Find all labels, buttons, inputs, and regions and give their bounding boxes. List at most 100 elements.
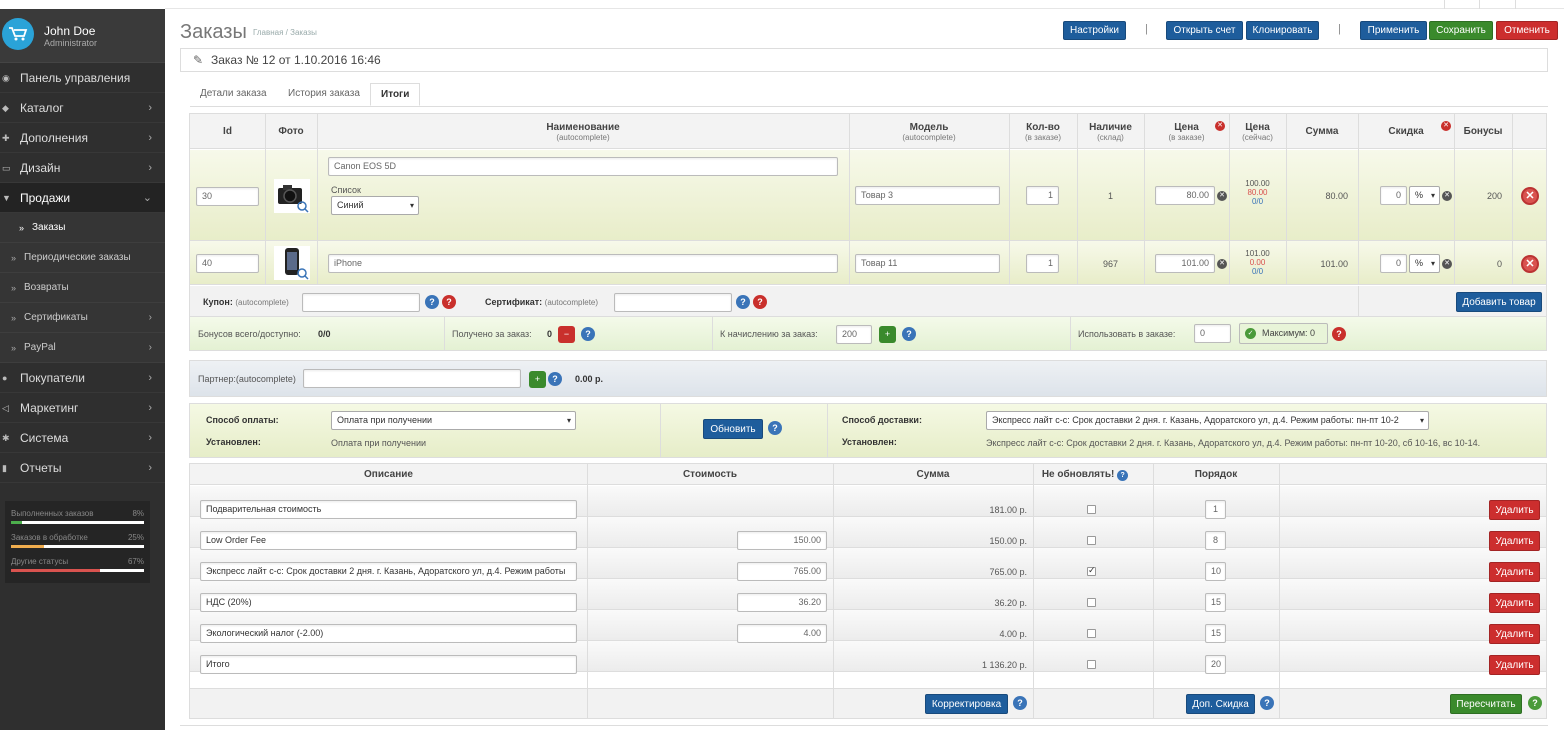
menu-marketing[interactable]: ◁ Маркетинг › (0, 393, 165, 423)
menu-dashboard[interactable]: ◉ Панель управления (0, 63, 165, 93)
submenu-certificates[interactable]: » Сертификаты › (0, 303, 165, 333)
product-name-input[interactable]: Canon EOS 5D (328, 157, 838, 176)
menu-system[interactable]: ✱ Система › (0, 423, 165, 453)
partner-input[interactable] (303, 369, 521, 388)
product-photo[interactable] (274, 179, 310, 213)
shipping-select[interactable]: Экспресс лайт с-с: Срок доставки 2 дня. … (986, 411, 1429, 430)
menu-catalog[interactable]: ◆ Каталог › (0, 93, 165, 123)
open-invoice-button[interactable]: Открыть счет (1166, 21, 1243, 40)
product-model-input[interactable]: Товар 3 (855, 186, 1000, 205)
submenu-paypal[interactable]: » PayPal › (0, 333, 165, 363)
clear-price-icon[interactable]: ✕ (1217, 191, 1227, 201)
menu-sales[interactable]: ▼ Продажи ⌄ (0, 183, 165, 213)
payment-select[interactable]: Оплата при получении (331, 411, 576, 430)
delete-total-button[interactable]: Удалить (1489, 624, 1540, 644)
product-photo[interactable] (274, 246, 310, 280)
clear-discount-icon[interactable]: ✕ (1442, 191, 1452, 201)
breadcrumb[interactable]: Главная / Заказы (253, 28, 317, 37)
clear-discount-icon[interactable]: ✕ (1442, 259, 1452, 269)
help-icon[interactable]: ? (902, 327, 916, 341)
delete-total-button[interactable]: Удалить (1489, 500, 1540, 520)
total-cost-input[interactable]: 765.00 (737, 562, 827, 581)
tab-totals[interactable]: Итоги (370, 83, 421, 106)
delete-total-button[interactable]: Удалить (1489, 531, 1540, 551)
total-desc-input[interactable]: Экспресс лайт с-с: Срок доставки 2 дня. … (200, 562, 577, 581)
help-icon[interactable]: ? (581, 327, 595, 341)
clone-button[interactable]: Клонировать (1246, 21, 1319, 40)
help-icon[interactable]: ? (768, 421, 782, 435)
bonus-accrue-input[interactable]: 200 (836, 325, 872, 344)
menu-extensions[interactable]: ✚ Дополнения › (0, 123, 165, 153)
total-cost-input[interactable]: 150.00 (737, 531, 827, 550)
settings-button[interactable]: Настройки (1063, 21, 1126, 40)
coupon-input[interactable] (302, 293, 420, 312)
total-desc-input[interactable]: Подварительная стоимость (200, 500, 577, 519)
total-cost-input[interactable]: 4.00 (737, 624, 827, 643)
delete-total-button[interactable]: Удалить (1489, 562, 1540, 582)
menu-reports[interactable]: ▮ Отчеты › (0, 453, 165, 483)
clear-discounts-icon[interactable]: ✕ (1441, 121, 1451, 131)
product-id-input[interactable]: 40 (196, 254, 259, 273)
no-update-checkbox[interactable] (1087, 660, 1096, 669)
product-qty-input[interactable]: 1 (1026, 254, 1059, 273)
help-red-icon[interactable]: ? (753, 295, 767, 309)
sort-order-input[interactable]: 1 (1205, 500, 1226, 519)
no-update-checkbox[interactable] (1087, 565, 1096, 576)
bonus-use-input[interactable]: 0 (1194, 324, 1231, 343)
discount-type-select[interactable]: % (1409, 186, 1440, 205)
help-icon[interactable]: ? (1260, 696, 1274, 710)
no-update-checkbox[interactable] (1087, 505, 1096, 514)
total-desc-input[interactable]: Low Order Fee (200, 531, 577, 550)
help-icon[interactable]: ? (1013, 696, 1027, 710)
help-icon[interactable]: ? (736, 295, 750, 309)
help-icon[interactable]: ? (425, 295, 439, 309)
certificate-input[interactable] (614, 293, 732, 312)
sort-order-input[interactable]: 8 (1205, 531, 1226, 550)
product-id-input[interactable]: 30 (196, 187, 259, 206)
extra-discount-button[interactable]: Доп. Скидка (1186, 694, 1255, 714)
add-partner-button[interactable]: + (529, 371, 546, 388)
clear-price-icon[interactable]: ✕ (1217, 259, 1227, 269)
remove-product-icon[interactable]: ✕ (1521, 187, 1539, 205)
sort-order-input[interactable]: 20 (1205, 655, 1226, 674)
add-product-button[interactable]: Добавить товар (1456, 292, 1542, 312)
no-update-checkbox[interactable] (1087, 629, 1096, 638)
product-discount-input[interactable]: 0 (1380, 254, 1407, 273)
product-price-input[interactable]: 101.00 (1155, 254, 1215, 273)
correction-button[interactable]: Корректировка (925, 694, 1008, 714)
help-green-icon[interactable]: ? (1528, 696, 1542, 710)
delete-total-button[interactable]: Удалить (1489, 593, 1540, 613)
submenu-orders[interactable]: » Заказы (0, 213, 165, 243)
apply-button[interactable]: Применить (1360, 21, 1427, 40)
product-price-input[interactable]: 80.00 (1155, 186, 1215, 205)
no-update-checkbox[interactable] (1087, 598, 1096, 607)
discount-type-select[interactable]: % (1409, 254, 1440, 273)
recalculate-button[interactable]: Пересчитать (1450, 694, 1522, 714)
clear-prices-icon[interactable]: ✕ (1215, 121, 1225, 131)
total-desc-input[interactable]: Экологический налог (-2.00) (200, 624, 577, 643)
product-discount-input[interactable]: 0 (1380, 186, 1407, 205)
menu-design[interactable]: ▭ Дизайн › (0, 153, 165, 183)
product-qty-input[interactable]: 1 (1026, 186, 1059, 205)
product-model-input[interactable]: Товар 11 (855, 254, 1000, 273)
submenu-recurring[interactable]: » Периодические заказы (0, 243, 165, 273)
max-bonus-badge[interactable]: ✓ Максимум: 0 (1239, 323, 1328, 344)
no-update-checkbox[interactable] (1087, 536, 1096, 545)
update-button[interactable]: Обновить (703, 419, 763, 439)
sort-order-input[interactable]: 15 (1205, 593, 1226, 612)
sort-order-input[interactable]: 15 (1205, 624, 1226, 643)
cancel-button[interactable]: Отменить (1496, 21, 1558, 40)
option-select[interactable]: Синий (331, 196, 419, 215)
save-button[interactable]: Сохранить (1429, 21, 1493, 40)
menu-customers[interactable]: ● Покупатели › (0, 363, 165, 393)
help-red-icon[interactable]: ? (442, 295, 456, 309)
tab-order-history[interactable]: История заказа (278, 83, 370, 106)
help-icon[interactable]: ? (1117, 470, 1129, 481)
remove-bonus-button[interactable]: − (558, 326, 575, 343)
submenu-returns[interactable]: » Возвраты (0, 273, 165, 303)
help-red-icon[interactable]: ? (1332, 327, 1346, 341)
total-cost-input[interactable]: 36.20 (737, 593, 827, 612)
remove-product-icon[interactable]: ✕ (1521, 255, 1539, 273)
tab-order-details[interactable]: Детали заказа (190, 83, 277, 106)
total-desc-input[interactable]: НДС (20%) (200, 593, 577, 612)
